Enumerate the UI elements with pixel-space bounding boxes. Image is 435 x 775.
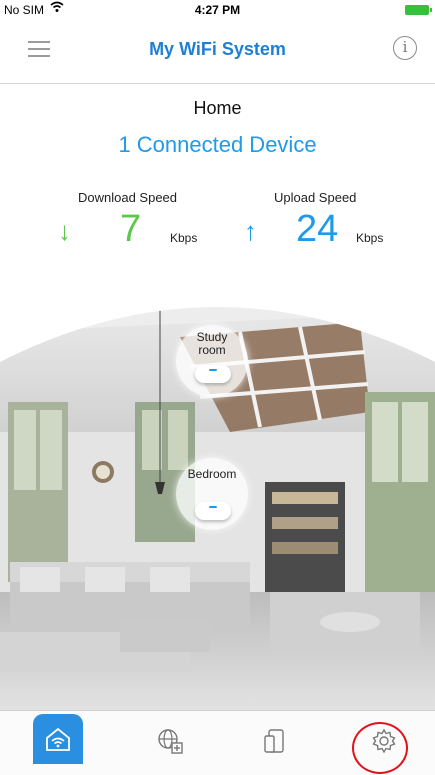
- navigation-bar: My WiFi System i: [0, 22, 435, 84]
- upload-speed-unit: Kbps: [356, 231, 384, 245]
- tab-add-network[interactable]: [150, 721, 190, 761]
- settings-highlight-annotation: [352, 722, 408, 774]
- node-study-room[interactable]: Study room: [176, 325, 248, 397]
- globe-add-icon: [158, 729, 183, 754]
- upload-arrow-icon: ↑: [244, 216, 257, 246]
- upload-speed-label: Upload Speed: [274, 190, 357, 205]
- devices-icon: [264, 729, 284, 753]
- battery-icon: [405, 5, 432, 15]
- router-icon: [195, 365, 231, 383]
- page-title: My WiFi System: [149, 39, 286, 59]
- info-icon[interactable]: i: [393, 36, 417, 60]
- router-icon: [195, 502, 231, 520]
- download-speed-unit: Kbps: [170, 231, 198, 245]
- connected-devices-count[interactable]: 1 Connected Device: [0, 132, 435, 158]
- download-speed-value: 7: [120, 208, 142, 250]
- download-arrow-icon: ↓: [58, 216, 71, 246]
- node-bedroom[interactable]: Bedroom: [176, 458, 248, 530]
- tab-home[interactable]: [33, 714, 83, 764]
- download-speed-label: Download Speed: [78, 190, 178, 205]
- network-location: Home: [193, 98, 242, 118]
- node-label: Study room: [196, 330, 228, 357]
- tab-devices[interactable]: [256, 721, 296, 761]
- node-label: Bedroom: [187, 467, 237, 481]
- status-bar: No SIM 4:27 PM: [0, 0, 435, 22]
- upload-speed-value: 24: [296, 208, 339, 250]
- home-wifi-icon: [46, 727, 70, 751]
- clock: 4:27 PM: [194, 3, 241, 17]
